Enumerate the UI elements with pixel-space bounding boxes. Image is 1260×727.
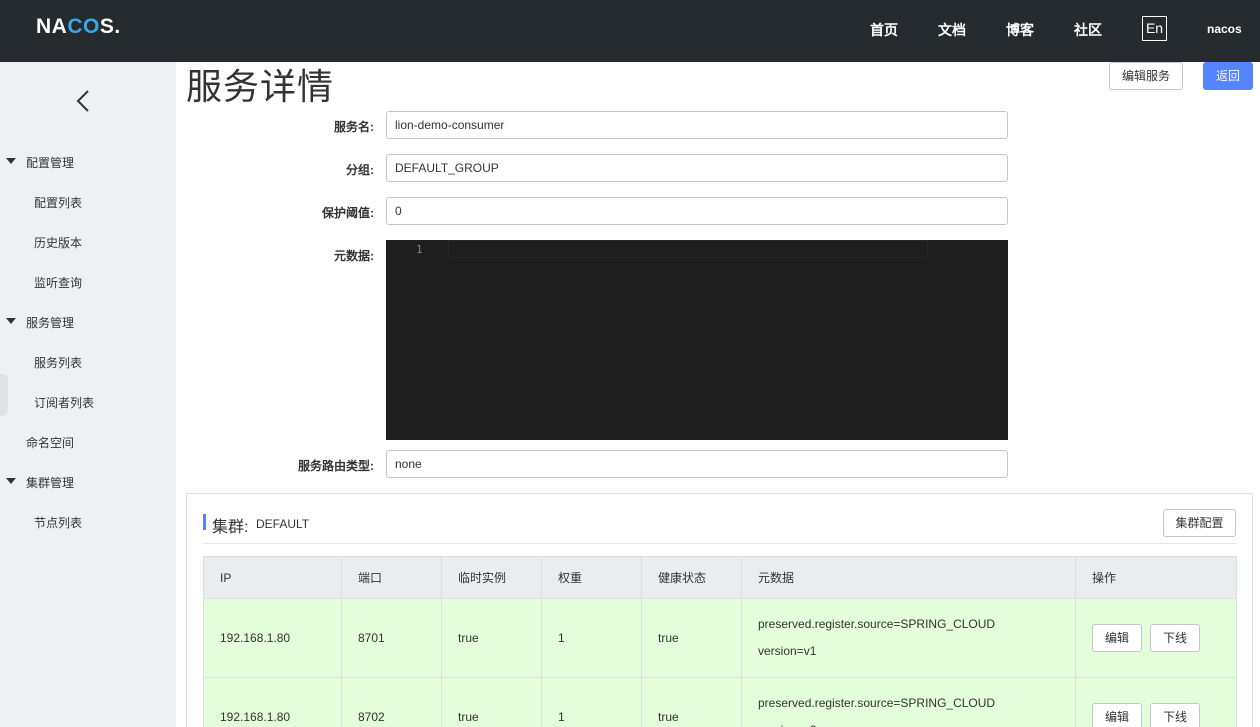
line-number: 1 xyxy=(416,243,423,256)
cell-port: 8701 xyxy=(341,598,442,678)
selector-type-field[interactable]: none xyxy=(386,450,1008,478)
caret-down-icon xyxy=(6,478,16,484)
editor-current-line xyxy=(448,240,928,258)
cell-actions: 编辑 下线 xyxy=(1075,677,1237,727)
offline-instance-button[interactable]: 下线 xyxy=(1150,624,1201,652)
sidebar-item-namespace[interactable]: 命名空间 xyxy=(26,434,74,451)
sidebar: 配置管理 配置列表 历史版本 监听查询 服务管理 服务列表 订阅者列表 命名空间… xyxy=(0,62,176,727)
nav-blog[interactable]: 博客 xyxy=(1006,20,1034,40)
cell-metadata: preserved.register.source=SPRING_CLOUD v… xyxy=(741,598,1076,678)
table-row: 192.168.1.80 8702 true 1 true preserved.… xyxy=(203,677,1237,727)
cell-healthy: true xyxy=(641,677,742,727)
sidebar-item-node-list[interactable]: 节点列表 xyxy=(34,514,82,531)
metadata-editor[interactable]: 1 xyxy=(386,240,1008,440)
edit-instance-button[interactable]: 编辑 xyxy=(1092,624,1143,652)
column-header-actions[interactable]: 操作 xyxy=(1075,556,1237,599)
sidebar-group-cluster[interactable]: 集群管理 xyxy=(6,474,74,491)
cell-healthy: true xyxy=(641,598,742,678)
cluster-title: 集群: xyxy=(212,519,249,536)
offline-instance-button[interactable]: 下线 xyxy=(1150,703,1201,727)
active-item-marker xyxy=(0,374,8,416)
sidebar-group-config[interactable]: 配置管理 xyxy=(6,154,74,171)
cell-port: 8702 xyxy=(341,677,442,727)
sidebar-item-history[interactable]: 历史版本 xyxy=(34,234,82,251)
cell-weight: 1 xyxy=(541,598,642,678)
column-header-health[interactable]: 健康状态 xyxy=(641,556,742,599)
group-label: 分组: xyxy=(346,163,374,177)
cluster-title-bar xyxy=(203,514,206,530)
column-header-metadata[interactable]: 元数据 xyxy=(741,556,1076,599)
cell-actions: 编辑 下线 xyxy=(1075,598,1237,678)
cell-weight: 1 xyxy=(541,677,642,727)
page-title: 服务详情 xyxy=(186,66,335,107)
edit-instance-button[interactable]: 编辑 xyxy=(1092,703,1143,727)
edit-service-button[interactable]: 编辑服务 xyxy=(1109,62,1183,90)
cell-ip: 192.168.1.80 xyxy=(203,677,342,727)
cell-ephemeral: true xyxy=(441,598,542,678)
table-header-row: IP 端口 临时实例 权重 健康状态 元数据 操作 xyxy=(203,556,1237,599)
metadata-entry: preserved.register.source=SPRING_CLOUD xyxy=(758,617,996,631)
metadata-entry: version=v2 xyxy=(758,717,1075,727)
user-name[interactable]: nacos xyxy=(1207,22,1242,36)
service-name-field[interactable]: lion-demo-consumer xyxy=(386,111,1008,139)
column-header-port[interactable]: 端口 xyxy=(341,556,442,599)
cell-metadata: preserved.register.source=SPRING_CLOUD v… xyxy=(741,677,1076,727)
nacos-logo[interactable]: NACOS. xyxy=(36,15,121,39)
sidebar-item-listener-query[interactable]: 监听查询 xyxy=(34,274,82,291)
back-button[interactable]: 返回 xyxy=(1203,62,1253,90)
top-navbar: NACOS. 首页 文档 博客 社区 En nacos xyxy=(0,0,1260,62)
sidebar-item-subscriber-list[interactable]: 订阅者列表 xyxy=(34,394,94,411)
service-name-label: 服务名: xyxy=(334,120,374,134)
divider xyxy=(203,543,1236,544)
cluster-config-button[interactable]: 集群配置 xyxy=(1163,509,1236,537)
sidebar-item-config-list[interactable]: 配置列表 xyxy=(34,194,82,211)
language-switch-button[interactable]: En xyxy=(1142,16,1167,41)
column-header-weight[interactable]: 权重 xyxy=(541,556,642,599)
cluster-panel: 集群: DEFAULT 集群配置 IP 端口 临时实例 权重 健康状态 元数据 … xyxy=(186,493,1253,727)
selector-label: 服务路由类型: xyxy=(298,459,374,473)
caret-down-icon xyxy=(6,158,16,164)
metadata-entry: preserved.register.source=SPRING_CLOUD xyxy=(758,696,996,710)
sidebar-group-service[interactable]: 服务管理 xyxy=(6,314,74,331)
column-header-ip[interactable]: IP xyxy=(203,556,342,599)
nav-home[interactable]: 首页 xyxy=(870,20,898,40)
nav-community[interactable]: 社区 xyxy=(1074,20,1102,40)
column-header-ephemeral[interactable]: 临时实例 xyxy=(441,556,542,599)
cluster-name: DEFAULT xyxy=(256,517,310,531)
cell-ephemeral: true xyxy=(441,677,542,727)
cell-ip: 192.168.1.80 xyxy=(203,598,342,678)
table-row: 192.168.1.80 8701 true 1 true preserved.… xyxy=(203,598,1237,678)
group-field[interactable]: DEFAULT_GROUP xyxy=(386,154,1008,182)
metadata-label: 元数据: xyxy=(334,249,374,263)
threshold-label: 保护阈值: xyxy=(322,206,374,220)
caret-down-icon xyxy=(6,318,16,324)
sidebar-item-service-list[interactable]: 服务列表 xyxy=(34,354,82,371)
collapse-sidebar-icon[interactable] xyxy=(73,88,93,114)
threshold-field[interactable]: 0 xyxy=(386,197,1008,225)
nav-docs[interactable]: 文档 xyxy=(938,20,966,40)
metadata-entry: version=v1 xyxy=(758,644,817,658)
instance-table: IP 端口 临时实例 权重 健康状态 元数据 操作 192.168.1.80 8… xyxy=(203,556,1237,727)
